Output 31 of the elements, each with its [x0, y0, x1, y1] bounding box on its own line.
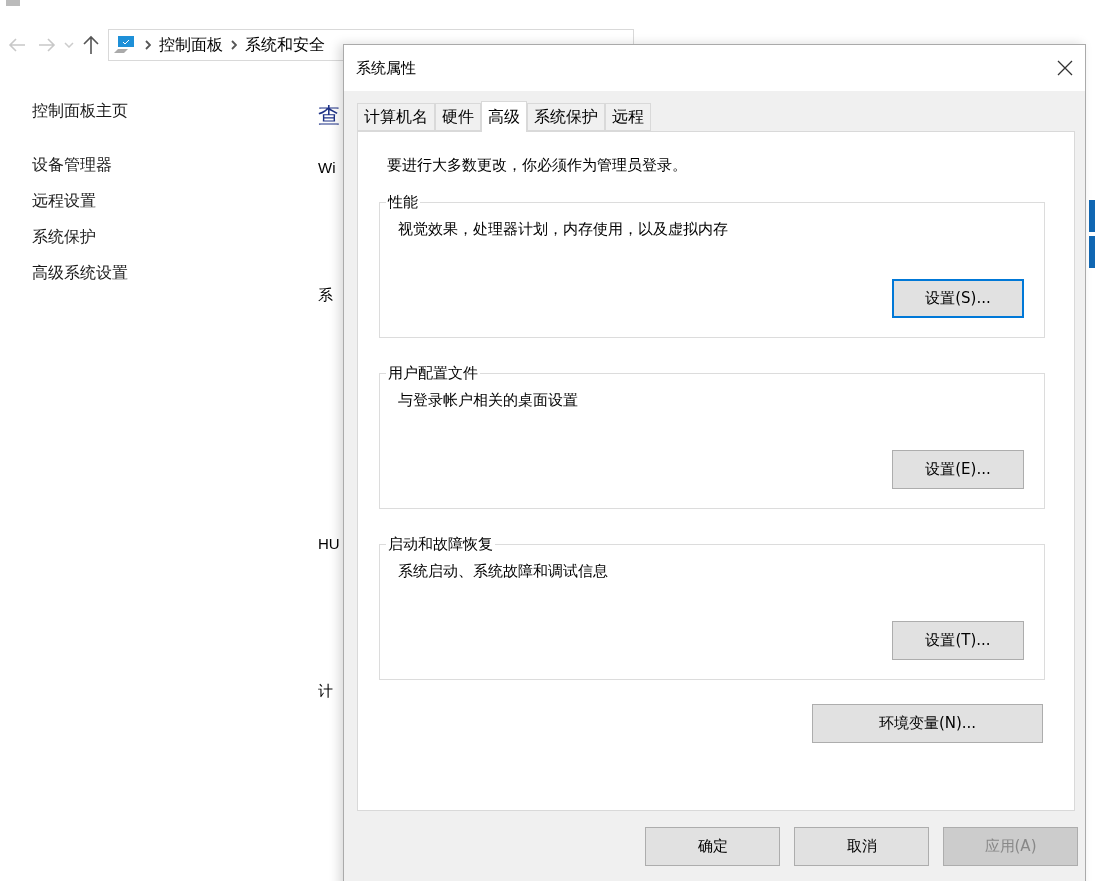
tab[interactable]: 高级	[481, 101, 527, 132]
tab[interactable]: 计算机名	[357, 103, 435, 131]
breadcrumb-item[interactable]: 控制面板	[159, 34, 223, 56]
group-title: 性能	[386, 193, 419, 212]
tab[interactable]: 远程	[605, 103, 651, 131]
sidebar-link[interactable]: 设备管理器	[32, 153, 318, 177]
environment-variables-button[interactable]: 环境变量(N)...	[812, 704, 1043, 743]
breadcrumb-item[interactable]: 系统和安全	[245, 34, 325, 56]
group-title: 启动和故障恢复	[387, 535, 494, 554]
settings-button[interactable]: 设置(S)...	[892, 279, 1024, 318]
group-description: 系统启动、系统故障和调试信息	[398, 562, 609, 581]
page-heading: 查	[318, 102, 340, 130]
group-description: 视觉效果，处理器计划，内存使用，以及虚拟内存	[398, 220, 729, 239]
sidebar-link[interactable]: 控制面板主页	[32, 99, 318, 123]
dialog-button[interactable]: 取消	[794, 827, 929, 866]
tab[interactable]: 硬件	[435, 103, 481, 131]
dialog-title: 系统属性	[356, 58, 416, 78]
notice-text: 要进行大多数更改，你必须作为管理员登录。	[387, 156, 688, 175]
group-title: 用户配置文件	[387, 364, 479, 383]
dialog-button[interactable]: 确定	[645, 827, 780, 866]
sidebar-link[interactable]: 高级系统设置	[32, 261, 318, 285]
sidebar-link[interactable]: 系统保护	[32, 225, 318, 249]
sidebar-link[interactable]: 远程设置	[32, 189, 318, 213]
section-text: 系	[318, 286, 334, 305]
group-description: 与登录帐户相关的桌面设置	[398, 391, 579, 410]
settings-button[interactable]: 设置(T)...	[892, 621, 1024, 660]
settings-button[interactable]: 设置(E)...	[892, 450, 1024, 489]
section-text: 计	[318, 682, 334, 701]
section-text: HU	[318, 535, 340, 552]
section-text: Wi	[318, 159, 337, 176]
tab[interactable]: 系统保护	[527, 103, 605, 131]
